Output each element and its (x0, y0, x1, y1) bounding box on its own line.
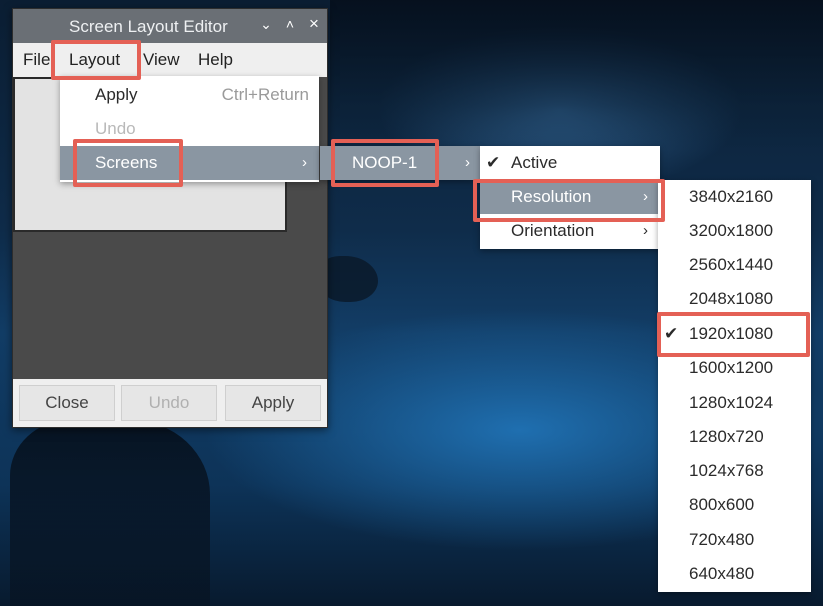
resolution-label: Resolution (511, 187, 592, 206)
screens-menu: NOOP-1 › (320, 146, 480, 180)
resolution-item[interactable]: 3840x2160 (658, 180, 811, 214)
close-icon[interactable]: × (305, 14, 323, 34)
apply-shortcut: Ctrl+Return (221, 85, 309, 104)
output-menu: ✔ Active Resolution › Orientation › (480, 146, 660, 249)
resolution-item[interactable]: 720x480 (658, 523, 811, 557)
menu-layout[interactable]: Layout (69, 50, 120, 70)
menu-item-active[interactable]: ✔ Active (480, 146, 660, 180)
layout-menu: Apply Ctrl+Return Undo Screens › (60, 76, 319, 182)
apply-label: Apply (95, 85, 138, 104)
background-treeline (330, 0, 823, 150)
resolution-item-label: 1280x720 (689, 427, 764, 446)
chevron-right-icon: › (302, 154, 307, 171)
maximize-icon[interactable]: ˄ (281, 16, 299, 32)
button-bar: Close Undo Apply (13, 379, 327, 427)
screen-layout-editor-window: Screen Layout Editor ⌄ ˄ × File Layout V… (12, 8, 328, 428)
menu-item-orientation[interactable]: Orientation › (480, 214, 660, 248)
menu-item-apply[interactable]: Apply Ctrl+Return (60, 78, 319, 112)
chevron-right-icon: › (643, 188, 648, 205)
window-title: Screen Layout Editor (69, 17, 228, 36)
resolution-item[interactable]: 3200x1800 (658, 214, 811, 248)
resolution-item[interactable]: 1280x720 (658, 420, 811, 454)
menu-help[interactable]: Help (198, 50, 233, 70)
menu-item-undo[interactable]: Undo (60, 112, 319, 146)
resolution-item-label: 2048x1080 (689, 289, 774, 308)
resolution-item-label: 800x600 (689, 495, 755, 514)
checkmark-icon: ✔ (664, 324, 679, 343)
resolution-item-label: 3200x1800 (689, 221, 774, 240)
screens-label: Screens (95, 153, 158, 172)
resolution-item[interactable]: 2048x1080 (658, 282, 811, 316)
resolution-item-label: 640x480 (689, 564, 755, 583)
menu-item-screens[interactable]: Screens › (60, 146, 319, 180)
resolution-item-label: 2560x1440 (689, 255, 774, 274)
close-button[interactable]: Close (19, 385, 115, 421)
menu-file[interactable]: File (23, 50, 50, 70)
checkmark-icon: ✔ (486, 153, 501, 172)
resolution-item[interactable]: 1024x768 (658, 454, 811, 488)
menu-item-resolution[interactable]: Resolution › (480, 180, 660, 214)
resolution-item-label: 720x480 (689, 530, 755, 549)
minimize-icon[interactable]: ⌄ (257, 16, 275, 33)
orientation-label: Orientation (511, 221, 595, 240)
resolution-item-label: 3840x2160 (689, 187, 774, 206)
undo-button[interactable]: Undo (121, 385, 217, 421)
noop-label: NOOP-1 (352, 153, 418, 172)
resolution-item[interactable]: 640x480 (658, 557, 811, 591)
active-label: Active (511, 153, 558, 172)
undo-label: Undo (95, 119, 136, 138)
resolution-item-label: 1024x768 (689, 461, 764, 480)
background-reflection (10, 420, 210, 606)
menu-view[interactable]: View (143, 50, 180, 70)
menu-item-noop-1[interactable]: NOOP-1 › (320, 146, 480, 180)
resolution-item[interactable]: 2560x1440 (658, 248, 811, 282)
resolution-menu: 3840x2160 3200x1800 2560x1440 2048x1080 … (658, 180, 811, 592)
resolution-item[interactable]: 1280x1024 (658, 386, 811, 420)
resolution-item-selected[interactable]: ✔ 1920x1080 (658, 317, 811, 351)
resolution-item-label: 1920x1080 (689, 324, 774, 343)
apply-button[interactable]: Apply (225, 385, 321, 421)
chevron-right-icon: › (643, 222, 648, 239)
resolution-item[interactable]: 1600x1200 (658, 351, 811, 385)
resolution-item[interactable]: 800x600 (658, 488, 811, 522)
titlebar: Screen Layout Editor ⌄ ˄ × (13, 9, 327, 43)
resolution-item-label: 1600x1200 (689, 358, 774, 377)
resolution-item-label: 1280x1024 (689, 393, 774, 412)
menubar: File Layout View Help (13, 43, 327, 77)
chevron-right-icon: › (465, 154, 470, 171)
